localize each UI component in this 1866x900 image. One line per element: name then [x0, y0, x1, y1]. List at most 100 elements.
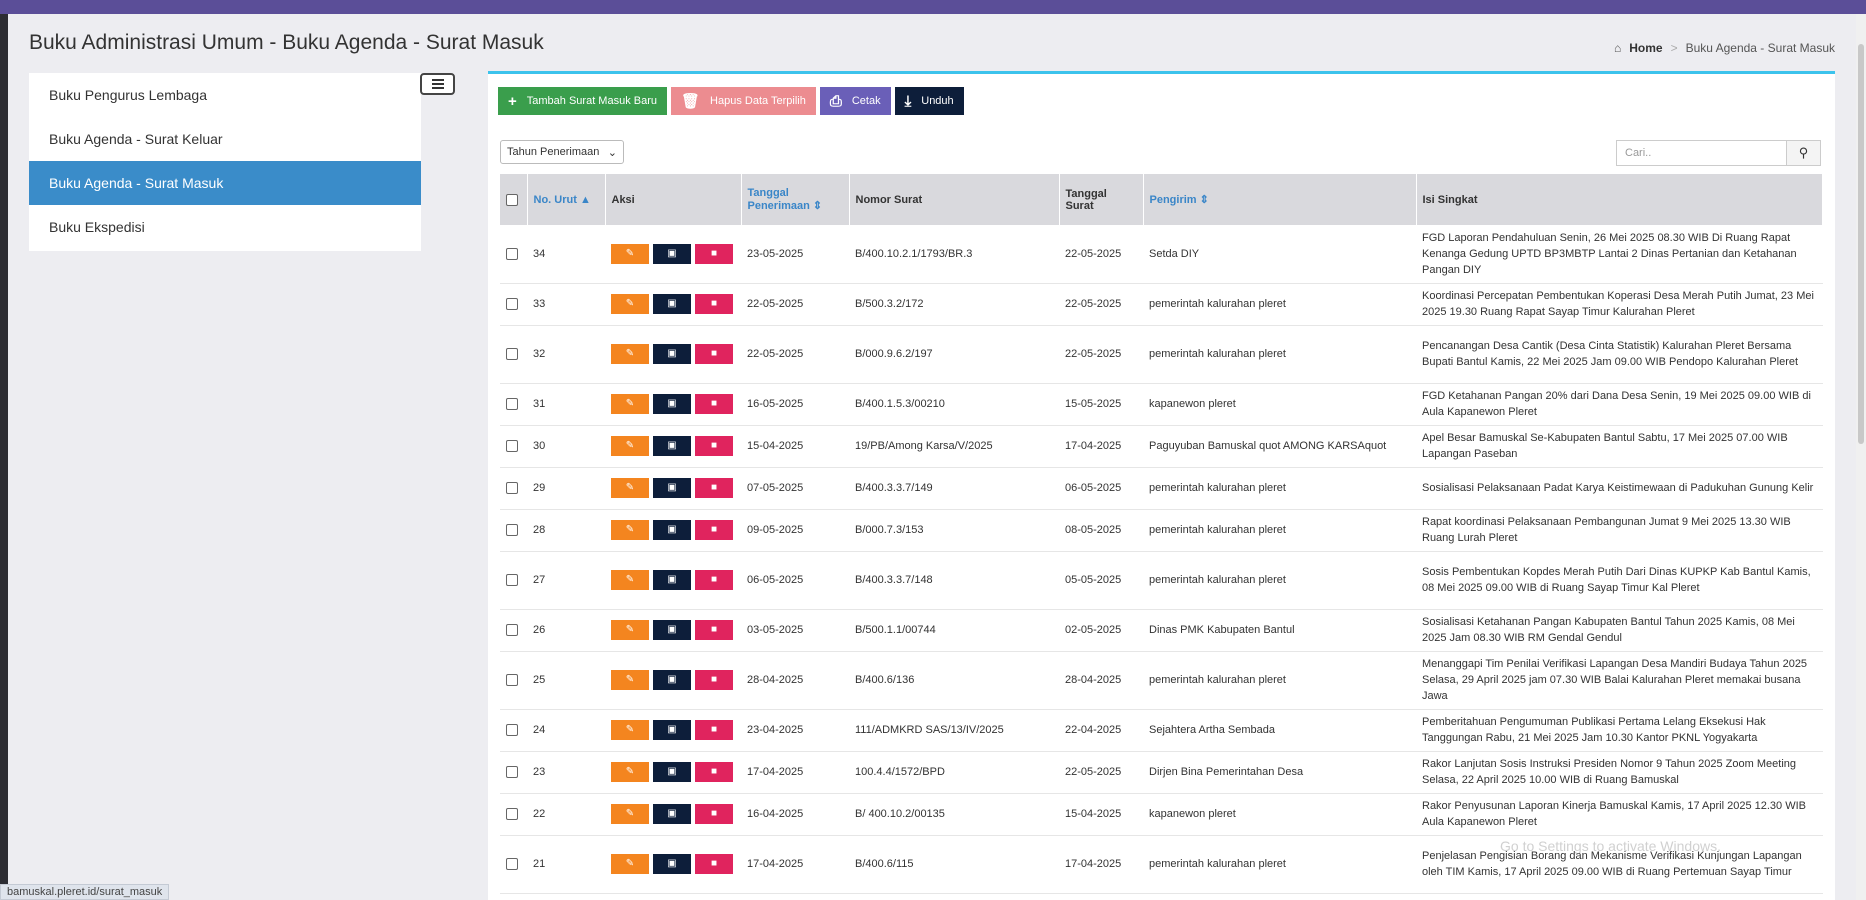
row-checkbox[interactable]: [506, 674, 518, 687]
header-no[interactable]: No. Urut ▲: [527, 174, 606, 225]
header-nomor: Nomor Surat: [849, 174, 1060, 225]
view-button[interactable]: ▣: [653, 243, 691, 264]
table-row: 26 ✎ ▣ ■ 03-05-2025 B/500.1.1/00744 02-05-2025…: [500, 609, 1823, 652]
table-row: 34 ✎ ▣ ■ 23-05-2025 B/400.10.2.1/1793/BR.3 22-…: [500, 225, 1823, 284]
edit-button[interactable]: ✎: [611, 436, 649, 456]
document-icon: ▣: [667, 482, 677, 493]
view-button[interactable]: ▣: [653, 620, 691, 640]
row-tgl-terima: 23-04-2025: [741, 709, 849, 752]
row-checkbox[interactable]: [506, 440, 518, 453]
row-isi: Rapat koordinasi Pelaksanaan Pembangunan…: [1416, 509, 1823, 552]
print-button[interactable]: ⎙ Cetak: [819, 87, 891, 115]
edit-button[interactable]: ✎: [611, 478, 649, 498]
row-tgl-surat: 17-04-2025: [1059, 425, 1143, 468]
delete-button[interactable]: ■: [695, 762, 733, 782]
delete-button[interactable]: ■: [695, 570, 733, 590]
delete-button[interactable]: ■: [695, 670, 733, 690]
row-checkbox[interactable]: [506, 298, 518, 311]
sidebar-item-ekspedisi[interactable]: Buku Ekspedisi: [29, 205, 421, 249]
edit-button[interactable]: ✎: [611, 762, 649, 782]
year-filter-select[interactable]: Tahun Penerimaan ⌄: [500, 140, 624, 164]
delete-button[interactable]: ■: [695, 620, 733, 640]
row-actions: ✎ ▣ ■: [605, 751, 741, 794]
row-checkbox[interactable]: [506, 482, 518, 495]
sidebar-item-pengurus-lembaga[interactable]: Buku Pengurus Lembaga: [29, 73, 421, 117]
row-checkbox[interactable]: [506, 858, 518, 871]
edit-button[interactable]: ✎: [611, 520, 649, 540]
row-actions: ✎ ▣ ■: [605, 835, 741, 894]
add-surat-button[interactable]: + Tambah Surat Masuk Baru: [498, 87, 667, 115]
edit-button[interactable]: ✎: [611, 344, 649, 364]
view-button[interactable]: ▣: [653, 344, 691, 364]
download-button[interactable]: ⤓ Unduh: [894, 87, 964, 115]
sidebar: Buku Pengurus Lembaga Buku Agenda - Sura…: [29, 73, 421, 251]
row-checkbox[interactable]: [506, 624, 518, 637]
delete-button[interactable]: ■: [695, 436, 733, 456]
delete-button[interactable]: ■: [695, 804, 733, 824]
row-tgl-terima: 09-05-2025: [741, 509, 849, 552]
view-button[interactable]: ▣: [653, 478, 691, 498]
row-actions: ✎ ▣ ■: [605, 709, 741, 752]
delete-button[interactable]: ■: [695, 478, 733, 498]
view-button[interactable]: ▣: [653, 720, 691, 740]
delete-button[interactable]: ■: [695, 720, 733, 740]
sidebar-toggle-button[interactable]: [420, 73, 455, 95]
view-button[interactable]: ▣: [653, 520, 691, 540]
delete-selected-button[interactable]: 🗑 Hapus Data Terpilih: [671, 87, 816, 115]
view-button[interactable]: ▣: [653, 804, 691, 824]
row-checkbox[interactable]: [506, 524, 518, 537]
row-checkbox[interactable]: [506, 398, 518, 411]
edit-button[interactable]: ✎: [611, 670, 649, 690]
sidebar-item-surat-masuk[interactable]: Buku Agenda - Surat Masuk: [29, 161, 421, 205]
view-button[interactable]: ▣: [653, 670, 691, 690]
row-checkbox[interactable]: [506, 247, 518, 260]
row-select-cell: [500, 709, 527, 752]
document-icon: ▣: [667, 247, 677, 259]
delete-button[interactable]: ■: [695, 344, 733, 364]
edit-button[interactable]: ✎: [611, 394, 649, 414]
header-pengirim[interactable]: Pengirim ⇕: [1143, 174, 1417, 225]
edit-icon: ✎: [625, 440, 635, 451]
row-isi: Menanggapi Tim Penilai Verifikasi Lapang…: [1416, 651, 1823, 710]
scrollbar[interactable]: [1856, 14, 1866, 900]
row-tgl-terima: 06-05-2025: [741, 551, 849, 610]
row-tgl-surat: 02-05-2025: [1059, 609, 1143, 652]
row-checkbox[interactable]: [506, 724, 518, 737]
breadcrumb-home[interactable]: Home: [1629, 41, 1662, 55]
row-isi: Koordinasi Percepatan Pembentukan Kopera…: [1416, 283, 1823, 326]
row-no: 31: [527, 383, 605, 426]
view-button[interactable]: ▣: [653, 570, 691, 590]
view-button[interactable]: ▣: [653, 294, 691, 314]
edit-button[interactable]: ✎: [611, 243, 649, 264]
row-tgl-terima: 23-05-2025: [741, 225, 849, 284]
edit-button[interactable]: ✎: [611, 720, 649, 740]
view-button[interactable]: ▣: [653, 394, 691, 414]
delete-button[interactable]: ■: [695, 243, 733, 264]
delete-button[interactable]: ■: [695, 520, 733, 540]
sidebar-item-surat-keluar[interactable]: Buku Agenda - Surat Keluar: [29, 117, 421, 161]
edit-button[interactable]: ✎: [611, 570, 649, 590]
row-checkbox[interactable]: [506, 766, 518, 779]
view-button[interactable]: ▣: [653, 762, 691, 782]
header-tgl-terima[interactable]: Tanggal Penerimaan ⇕: [741, 174, 850, 225]
search-button[interactable]: ⚲: [1787, 140, 1821, 166]
row-checkbox[interactable]: [506, 808, 518, 821]
row-checkbox[interactable]: [506, 574, 518, 587]
delete-button[interactable]: ■: [695, 294, 733, 314]
row-nomor: 111/ADMKRD SAS/13/IV/2025: [849, 709, 1059, 752]
edit-button[interactable]: ✎: [611, 620, 649, 640]
row-checkbox[interactable]: [506, 348, 518, 361]
row-select-cell: [500, 893, 527, 900]
scrollbar-thumb[interactable]: [1858, 44, 1864, 444]
delete-button[interactable]: ■: [695, 854, 733, 874]
edit-button[interactable]: ✎: [611, 294, 649, 314]
search-input[interactable]: Cari..: [1616, 140, 1787, 166]
edit-button[interactable]: ✎: [611, 804, 649, 824]
view-button[interactable]: ▣: [653, 854, 691, 874]
edit-button[interactable]: ✎: [611, 854, 649, 874]
delete-button[interactable]: ■: [695, 394, 733, 414]
row-pengirim: pemerintah kalurahan pleret: [1143, 509, 1416, 552]
select-all-checkbox[interactable]: [506, 193, 518, 206]
row-isi: Apel Besar Bamuskal Se-Kabupaten Bantul …: [1416, 425, 1823, 468]
view-button[interactable]: ▣: [653, 436, 691, 456]
